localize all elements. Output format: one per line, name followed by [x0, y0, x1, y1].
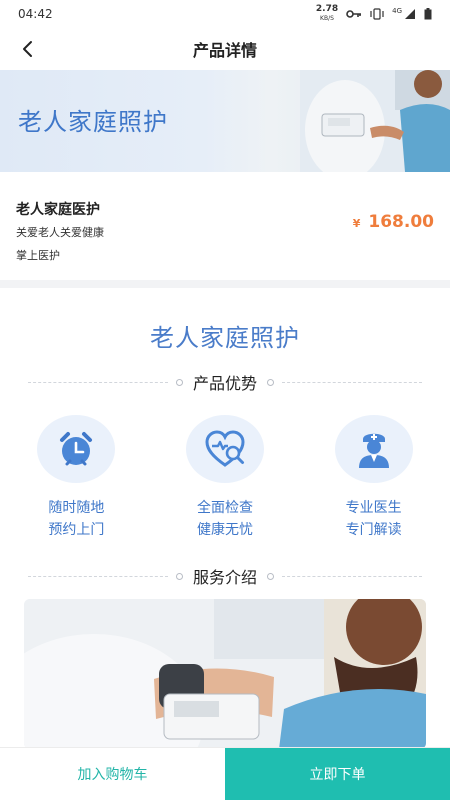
- feature-icon-bg: [334, 415, 413, 483]
- divider-line: [282, 381, 422, 383]
- signal-icon: [405, 9, 415, 19]
- product-name: 老人家庭医护: [16, 202, 100, 218]
- heart-search-icon: [205, 430, 245, 467]
- divider-dot: [175, 572, 183, 580]
- feature-text: 随时随地 预约上门: [48, 500, 105, 538]
- service-photo: [24, 599, 426, 749]
- status-time: 04:42: [18, 7, 53, 21]
- battery-icon: [424, 8, 432, 20]
- feature-item: 随时随地 预约上门: [16, 415, 136, 541]
- feature-icon-bg: [185, 415, 264, 483]
- add-to-cart-button[interactable]: 加入购物车: [0, 748, 225, 800]
- status-bar: 04:42 2.78 KB/S 4G: [0, 0, 450, 28]
- status-icons: 2.78 KB/S 4G: [316, 5, 432, 23]
- divider-dot: [267, 378, 274, 386]
- back-arrow-icon[interactable]: [16, 37, 40, 61]
- feature-text: 专业医生 专门解读: [345, 500, 402, 538]
- product-subtitle: 掌上医护: [16, 249, 60, 262]
- network-label: 4G: [392, 7, 402, 15]
- price-value: 168.00: [368, 212, 434, 232]
- banner-photo: [300, 70, 450, 172]
- network-speed: 2.78 KB/S: [315, 4, 339, 23]
- divider-line: [27, 575, 168, 577]
- features-list: 随时随地 预约上门 全面检查 健康无忧 专业医生 专门解读: [0, 415, 450, 541]
- feature-item: 全面检查 健康无忧: [165, 415, 285, 541]
- banner-title: 老人家庭照护: [18, 108, 168, 136]
- doctor-icon: [358, 433, 389, 468]
- divider-line: [27, 381, 168, 383]
- advantages-title: 产品优势: [192, 374, 257, 393]
- product-price: ¥168.00: [353, 212, 434, 232]
- feature-icon-bg: [37, 415, 116, 483]
- product-info: 老人家庭医护 关爱老人关爱健康 掌上医护 ¥168.00: [0, 172, 450, 288]
- feature-item: 专业医生 专门解读: [314, 415, 434, 541]
- divider-dot: [267, 572, 274, 580]
- feature-text: 全面检查 健康无忧: [196, 500, 253, 538]
- service-heading: 服务介绍: [0, 563, 450, 589]
- divider-line: [282, 575, 422, 577]
- page-title: 产品详情: [192, 41, 257, 60]
- buy-now-button[interactable]: 立即下单: [225, 748, 450, 800]
- advantages-heading: 产品优势: [0, 369, 450, 395]
- key-icon: [346, 10, 362, 18]
- service-photo-illustration: [24, 599, 426, 749]
- vibrate-icon: [370, 8, 384, 20]
- product-banner: 老人家庭照护: [0, 70, 450, 172]
- detail-title: 老人家庭照护: [150, 324, 300, 352]
- product-tagline: 关爱老人关爱健康: [16, 226, 104, 239]
- bottom-action-bar: 加入购物车 立即下单: [0, 747, 450, 800]
- service-title: 服务介绍: [192, 568, 257, 587]
- divider-dot: [175, 378, 183, 386]
- app-bar: 产品详情: [0, 28, 450, 70]
- currency-symbol: ¥: [352, 217, 361, 230]
- alarm-clock-icon: [60, 432, 93, 466]
